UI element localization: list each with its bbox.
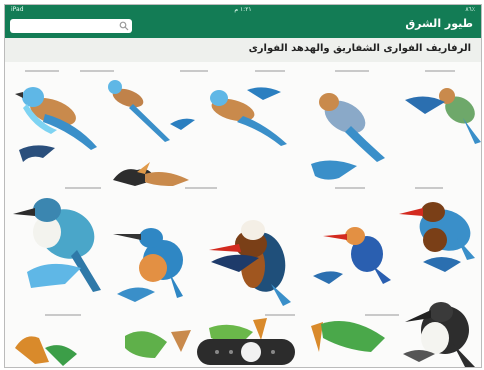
roller-1 <box>15 87 97 150</box>
kingfisher-1 <box>13 198 101 292</box>
bird-illustrations <box>13 70 481 367</box>
bird-plate[interactable] <box>5 62 481 367</box>
kingfisher-5 <box>399 202 475 272</box>
search-icon <box>119 21 129 31</box>
pager-dot-1[interactable] <box>215 350 219 354</box>
roller-5 <box>405 88 481 144</box>
status-bar: iPad ١:٢١ م ٨٦٪ <box>5 5 481 14</box>
kingfisher-3 <box>209 220 291 306</box>
roller-3 <box>210 87 287 146</box>
status-time: ١:٢١ م <box>234 6 252 13</box>
page-header: الرفاريف الفوارى الشفاريق والهدهد الفوار… <box>5 38 481 63</box>
search-input[interactable] <box>10 19 132 33</box>
screenshot-frame: iPad ١:٢١ م ٨٦٪ طيور الشرق الرفاريف الفو… <box>0 0 484 370</box>
roller-4 <box>319 93 385 162</box>
page-pager[interactable] <box>197 339 295 365</box>
pager-dot-3[interactable] <box>271 350 275 354</box>
status-battery: ٨٦٪ <box>465 6 475 13</box>
pager-dot-2[interactable] <box>229 350 233 354</box>
pager-current-page[interactable] <box>241 342 261 362</box>
small-birds-row1 <box>19 145 357 186</box>
app-header: طيور الشرق <box>5 14 481 38</box>
kingfisher-2 <box>113 228 183 302</box>
app-title: طيور الشرق <box>405 17 473 30</box>
page-title: الرفاريف الفوارى الشفاريق والهدهد الفوار… <box>248 43 471 54</box>
roller-2 <box>108 80 195 142</box>
pied-kingfisher <box>403 302 475 367</box>
kingfisher-4 <box>313 227 391 284</box>
tablet-screen: iPad ١:٢١ م ٨٦٪ طيور الشرق الرفاريف الفو… <box>4 4 482 368</box>
